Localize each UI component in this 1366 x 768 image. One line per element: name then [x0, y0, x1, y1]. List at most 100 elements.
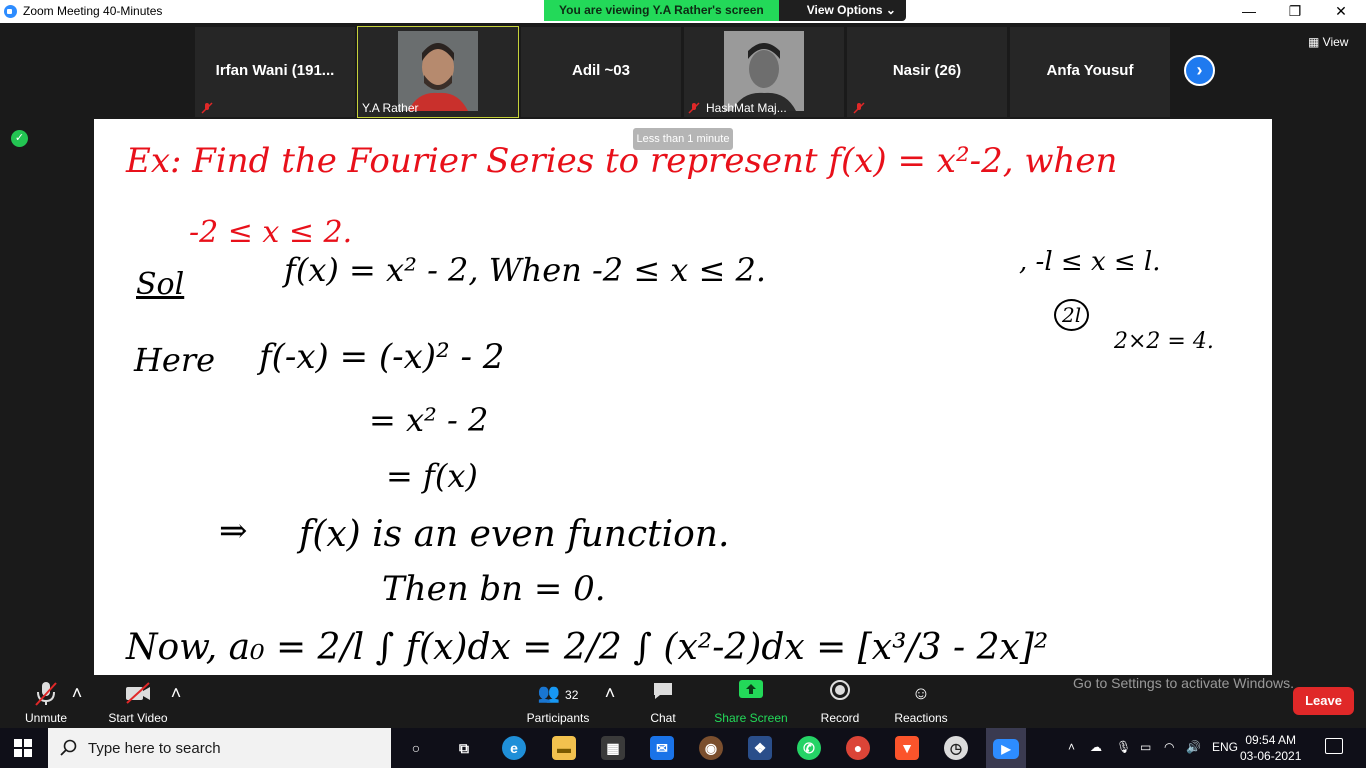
participant-video: [398, 31, 478, 111]
participant-tile-active[interactable]: Y.A Rather: [357, 26, 519, 118]
video-options-caret[interactable]: ˄: [169, 679, 183, 707]
edge-icon[interactable]: e: [502, 736, 526, 760]
chrome-icon[interactable]: ●: [846, 736, 870, 760]
side-note-range: , -l ≤ x ≤ l.: [1019, 247, 1161, 277]
brave-icon[interactable]: ▼: [895, 736, 919, 760]
unmute-button[interactable]: Unmute: [20, 679, 72, 725]
smiley-icon: ☺: [911, 683, 931, 703]
reactions-button[interactable]: ☺ Reactions: [890, 679, 952, 725]
participant-tile[interactable]: HashMat Maj...: [684, 27, 844, 117]
record-icon: [815, 679, 865, 707]
notifications-icon[interactable]: [1325, 738, 1343, 754]
participant-tile[interactable]: Adil ~03: [521, 27, 681, 117]
share-banner: You are viewing Y.A Rather's screen View…: [544, 0, 906, 21]
microphone-icon[interactable]: 🎙: [1116, 740, 1131, 754]
participants-icon: 👥: [537, 683, 561, 703]
participant-tile[interactable]: Nasir (26): [847, 27, 1007, 117]
chat-button[interactable]: Chat: [640, 679, 686, 725]
minimize-button[interactable]: —: [1226, 0, 1272, 23]
clock-date: 03-06-2021: [1240, 749, 1302, 763]
whatsapp-icon[interactable]: ✆: [797, 736, 821, 760]
windows-start-icon[interactable]: [14, 739, 32, 757]
start-video-button[interactable]: Start Video: [104, 679, 172, 725]
reactions-label: Reactions: [894, 711, 948, 725]
onedrive-icon[interactable]: ☁: [1090, 740, 1102, 754]
leave-button[interactable]: Leave: [1293, 687, 1354, 715]
start-video-label: Start Video: [108, 711, 168, 725]
view-label: View: [1322, 35, 1349, 49]
view-button[interactable]: ▦ View: [1308, 35, 1348, 49]
task-view-icon[interactable]: ⧉: [452, 736, 476, 760]
video-off-icon: [104, 679, 172, 707]
implies-arrow: ⇒: [219, 511, 248, 551]
search-icon: [60, 739, 77, 756]
here-label: Here: [134, 341, 216, 379]
share-screen-icon: [713, 679, 789, 707]
sol-label: Sol: [136, 267, 185, 302]
security-shield-icon[interactable]: ✓: [11, 130, 28, 147]
zoom-taskbar-icon[interactable]: ▶: [986, 728, 1026, 768]
file-explorer-icon[interactable]: ▬: [552, 736, 576, 760]
restore-button[interactable]: ❐: [1272, 0, 1318, 23]
record-button[interactable]: Record: [815, 679, 865, 725]
participant-video: [724, 31, 804, 111]
windows-taskbar: Type here to search ○ ⧉ e ▬ ▦ ✉ ◉ ❖ ✆ ● …: [0, 728, 1366, 768]
participants-caret[interactable]: ˄: [603, 679, 617, 707]
mic-muted-icon: [201, 102, 213, 114]
search-placeholder: Type here to search: [88, 740, 221, 757]
timer-tooltip: Less than 1 minute: [633, 128, 733, 150]
even-function: f(x) is an even function.: [299, 514, 730, 555]
record-label: Record: [820, 711, 860, 725]
photos-icon[interactable]: ❖: [748, 736, 772, 760]
participant-tile[interactable]: Irfan Wani (191...: [195, 27, 355, 117]
share-screen-label: Share Screen: [714, 711, 788, 725]
participant-name: Nasir (26): [892, 62, 962, 79]
chat-label: Chat: [650, 711, 676, 725]
question-line-1: Ex: Find the Fourier Series to represent…: [126, 141, 1118, 181]
media-player-icon[interactable]: ◉: [699, 736, 723, 760]
tray-overflow-icon[interactable]: ˄: [1068, 740, 1075, 754]
chevron-right-icon[interactable]: ›: [1184, 55, 1215, 86]
mic-muted-icon: [688, 102, 700, 114]
clock-time: 09:54 AM: [1245, 733, 1297, 747]
mic-muted-icon: [20, 679, 72, 707]
participants-label: Participants: [526, 711, 590, 725]
cortana-icon[interactable]: ○: [404, 736, 428, 760]
unmute-label: Unmute: [24, 711, 68, 725]
participant-video-name: HashMat Maj...: [706, 101, 787, 115]
participants-count: 32: [565, 688, 579, 702]
step-3: = f(x): [386, 457, 478, 495]
language-indicator[interactable]: ENG: [1212, 740, 1238, 754]
caret-up-icon: ˄: [170, 683, 182, 703]
side-note-product: 2×2 = 4.: [1114, 329, 1214, 354]
system-clock[interactable]: 09:54 AM 03-06-2021: [1240, 732, 1301, 764]
caret-up-icon: ˄: [71, 683, 83, 703]
caret-up-icon: ˄: [604, 683, 616, 703]
activate-subtitle: Go to Settings to activate Windows.: [1073, 675, 1294, 691]
viewing-status: You are viewing Y.A Rather's screen: [544, 0, 779, 21]
participant-video-name: Y.A Rather: [362, 101, 419, 115]
view-options-button[interactable]: View Options ⌄: [778, 0, 906, 21]
close-button[interactable]: ✕: [1318, 0, 1364, 23]
wifi-icon[interactable]: ◠: [1164, 740, 1174, 754]
participants-button[interactable]: 👥 32 Participants: [522, 679, 594, 725]
participant-tile[interactable]: Anfa Yousuf: [1010, 27, 1170, 117]
volume-icon[interactable]: 🔊: [1186, 740, 1201, 754]
audio-options-caret[interactable]: ˄: [70, 679, 84, 707]
participant-name: Anfa Yousuf: [1046, 62, 1134, 79]
sol-equation: f(x) = x² - 2, When -2 ≤ x ≤ 2.: [284, 251, 767, 289]
clock-app-icon[interactable]: ◷: [944, 736, 968, 760]
taskbar-search[interactable]: Type here to search: [48, 728, 391, 768]
battery-icon[interactable]: ▭: [1140, 740, 1151, 754]
here-equation: f(-x) = (-x)² - 2: [259, 337, 505, 377]
mail-icon[interactable]: ✉: [650, 736, 674, 760]
store-icon[interactable]: ▦: [601, 736, 625, 760]
zoom-logo-icon: [4, 5, 17, 18]
activate-title: Activate Windows: [1073, 652, 1216, 672]
a0-equation: Now, a₀ = 2/l ∫ f(x)dx = 2/2 ∫ (x²-2)dx …: [126, 627, 1049, 668]
window-title: Zoom Meeting 40-Minutes: [23, 4, 163, 18]
activate-windows-watermark: Activate Windows Go to Settings to activ…: [1073, 652, 1294, 691]
grid-icon: ▦: [1308, 35, 1323, 49]
side-note-2l: 2l: [1054, 299, 1090, 331]
share-screen-button[interactable]: Share Screen: [713, 679, 789, 725]
